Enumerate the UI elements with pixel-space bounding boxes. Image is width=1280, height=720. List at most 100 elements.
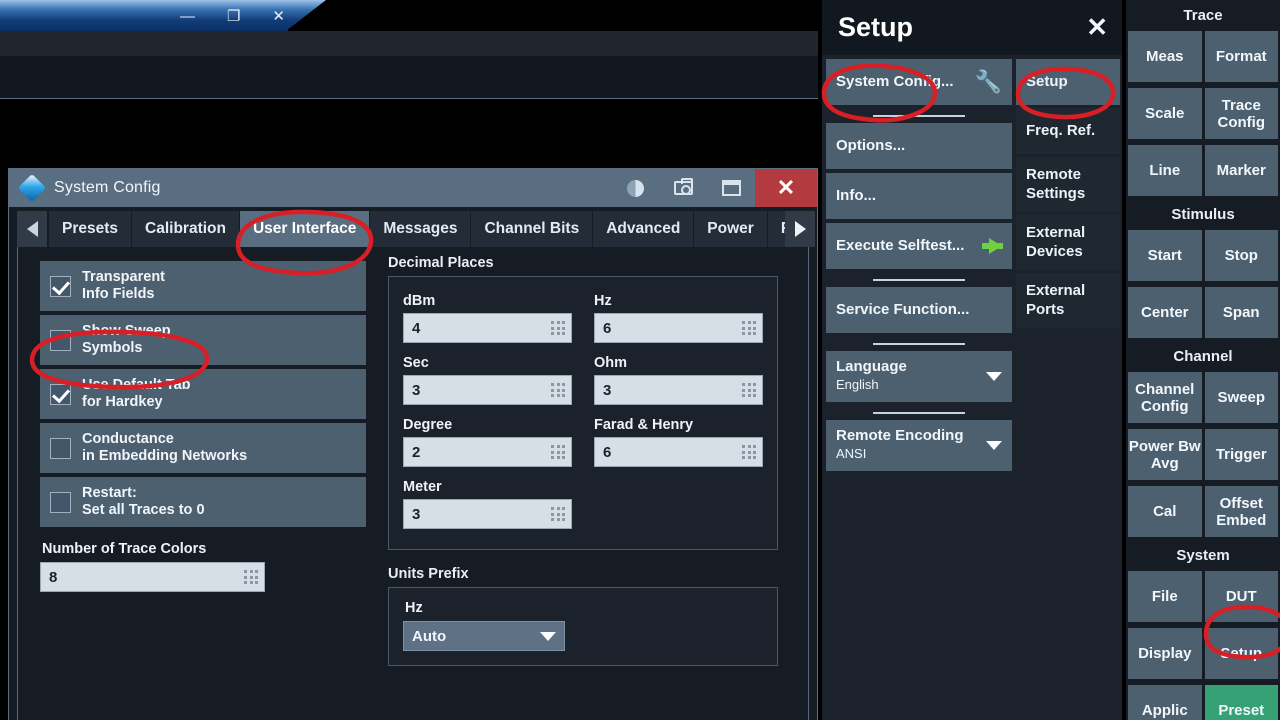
hardkey-sweep[interactable]: Sweep <box>1204 372 1278 423</box>
tab-channel-bits[interactable]: Channel Bits <box>471 211 594 247</box>
checkbox-show-sweep-symbols[interactable]: Show Sweep Symbols <box>40 315 366 365</box>
hardkey-setup[interactable]: Setup <box>1204 628 1278 679</box>
tab-remote[interactable]: Re <box>767 211 785 247</box>
menu-item-info[interactable]: Info... <box>826 173 1012 219</box>
tab-presets[interactable]: Presets <box>49 211 133 247</box>
field-label: Hz <box>594 293 612 309</box>
menu-item-execute-selftest[interactable]: Execute Selftest... <box>826 223 1012 269</box>
decimal-degree-input[interactable]: 2 <box>403 437 572 467</box>
label-line2: Set all Traces to 0 <box>82 502 205 518</box>
hardkey-file[interactable]: File <box>1128 571 1202 622</box>
checkbox-restart-set-all-traces-to-0[interactable]: Restart: Set all Traces to 0 <box>40 477 366 527</box>
hardkey-channel-config[interactable]: Channel Config <box>1128 372 1202 423</box>
subtab-freq-ref[interactable]: Freq. Ref. <box>1016 108 1120 154</box>
keypad-icon[interactable] <box>244 570 258 584</box>
subtab-external-ports[interactable]: External Ports <box>1016 273 1120 328</box>
close-dialog-button[interactable]: ✕ <box>755 169 817 207</box>
tab-messages[interactable]: Messages <box>370 211 472 247</box>
restore-window-button[interactable] <box>707 169 755 207</box>
system-config-title: System Config <box>54 179 161 196</box>
decimal-dbm-input[interactable]: 4 <box>403 313 572 343</box>
checkbox-icon[interactable] <box>50 329 71 351</box>
menu-item-remote-encoding[interactable]: Remote Encoding ANSI <box>826 420 1012 471</box>
subtab-remote-settings[interactable]: Remote Settings <box>1016 157 1120 212</box>
checkbox-icon[interactable] <box>50 437 71 459</box>
checkbox-use-default-tab-for-hardkey[interactable]: Use Default Tab for Hardkey <box>40 369 366 419</box>
menu-item-label: Options... <box>836 136 906 154</box>
tab-scroll-right-button[interactable] <box>785 211 815 247</box>
hardkey-line[interactable]: Line <box>1128 145 1202 196</box>
keypad-icon[interactable] <box>551 321 565 335</box>
hardkey-meas[interactable]: Meas <box>1128 31 1202 82</box>
keypad-icon[interactable] <box>742 445 756 459</box>
decimal-field-sec: Sec 3 <box>403 349 572 405</box>
field-label: Degree <box>403 417 453 433</box>
setup-panel: Setup ✕ System Config... 🔧 Options... In… <box>822 0 1122 720</box>
keypad-icon[interactable] <box>551 445 565 459</box>
hardkey-dut[interactable]: DUT <box>1204 571 1278 622</box>
hardkey-display[interactable]: Display <box>1128 628 1202 679</box>
decimal-sec-input[interactable]: 3 <box>403 375 572 405</box>
keypad-icon[interactable] <box>742 321 756 335</box>
tab-user-interface[interactable]: User Interface <box>239 211 371 247</box>
decimal-units-column: Decimal Places dBm 4 Hz 6 Sec 3 Ohm 3 De… <box>378 247 808 720</box>
hardkey-trace-config[interactable]: Trace Config <box>1204 88 1278 139</box>
hardkey-span[interactable]: Span <box>1204 287 1278 338</box>
hardkey-center[interactable]: Center <box>1128 287 1202 338</box>
subtab-external-devices[interactable]: External Devices <box>1016 215 1120 270</box>
close-icon[interactable]: ✕ <box>1086 12 1108 43</box>
checkbox-icon[interactable] <box>50 275 71 297</box>
hardkey-stop[interactable]: Stop <box>1204 230 1278 281</box>
checkbox-conductance-in-embedding-networks[interactable]: Conductance in Embedding Networks <box>40 423 366 473</box>
hardkey-offset-embed[interactable]: Offset Embed <box>1204 486 1278 537</box>
theme-toggle-button[interactable] <box>611 169 659 207</box>
menu-item-label: Remote Encoding ANSI <box>836 427 986 463</box>
hardkey-scale[interactable]: Scale <box>1128 88 1202 139</box>
units-prefix-hz-select[interactable]: Auto <box>403 621 565 651</box>
rail-group-title-channel: Channel <box>1128 341 1278 372</box>
decimal-meter-input[interactable]: 3 <box>403 499 572 529</box>
field-label: dBm <box>403 293 436 309</box>
minimize-icon[interactable]: — <box>180 9 195 24</box>
hardkey-cal[interactable]: Cal <box>1128 486 1202 537</box>
menu-item-language[interactable]: Language English <box>826 351 1012 402</box>
subtab-setup[interactable]: Setup <box>1016 59 1120 105</box>
menu-item-options[interactable]: Options... <box>826 123 1012 169</box>
hardkey-applic[interactable]: Applic <box>1128 685 1202 720</box>
tab-power[interactable]: Power <box>694 211 768 247</box>
chevron-down-icon[interactable] <box>986 371 1002 381</box>
hardkey-trigger[interactable]: Trigger <box>1204 429 1278 480</box>
keypad-icon[interactable] <box>551 507 565 521</box>
subtab-label: External Devices <box>1026 224 1086 260</box>
decimal-farad-henry-input[interactable]: 6 <box>594 437 763 467</box>
screenshot-button[interactable] <box>659 169 707 207</box>
rail-group-system: File DUT Display Setup Applic Preset <box>1128 571 1278 720</box>
keypad-icon[interactable] <box>742 383 756 397</box>
menu-item-system-config[interactable]: System Config... 🔧 <box>826 59 1012 105</box>
checkbox-icon[interactable] <box>50 383 71 405</box>
menu-item-title: Remote Encoding <box>836 427 964 444</box>
menu-item-service-function[interactable]: Service Function... <box>826 287 1012 333</box>
hardkey-power-bw-avg[interactable]: Power Bw Avg <box>1128 429 1202 480</box>
hardkey-preset[interactable]: Preset <box>1204 685 1278 720</box>
hardkey-format[interactable]: Format <box>1204 31 1278 82</box>
hardkey-start[interactable]: Start <box>1128 230 1202 281</box>
label-line1: Restart: <box>82 485 137 501</box>
keypad-icon[interactable] <box>551 383 565 397</box>
tab-calibration[interactable]: Calibration <box>132 211 240 247</box>
menu-separator <box>826 337 1012 351</box>
checkbox-transparent-info-fields[interactable]: Transparent Info Fields <box>40 261 366 311</box>
rail-group-stimulus: Start Stop Center Span <box>1128 230 1278 341</box>
restore-icon[interactable]: ❐ <box>227 9 240 24</box>
close-icon[interactable]: ✕ <box>272 9 285 24</box>
checkbox-icon[interactable] <box>50 491 71 513</box>
chevron-down-icon[interactable] <box>986 440 1002 450</box>
tab-scroll-left-button[interactable] <box>17 211 47 247</box>
screen-root: — ❐ ✕ 1 System Config ✕ Presets Calibrat… <box>0 0 1280 720</box>
number-of-trace-colors-input[interactable]: 8 <box>40 562 265 592</box>
input-value: 8 <box>49 568 58 586</box>
hardkey-marker[interactable]: Marker <box>1204 145 1278 196</box>
decimal-hz-input[interactable]: 6 <box>594 313 763 343</box>
tab-advanced[interactable]: Advanced <box>593 211 695 247</box>
decimal-ohm-input[interactable]: 3 <box>594 375 763 405</box>
